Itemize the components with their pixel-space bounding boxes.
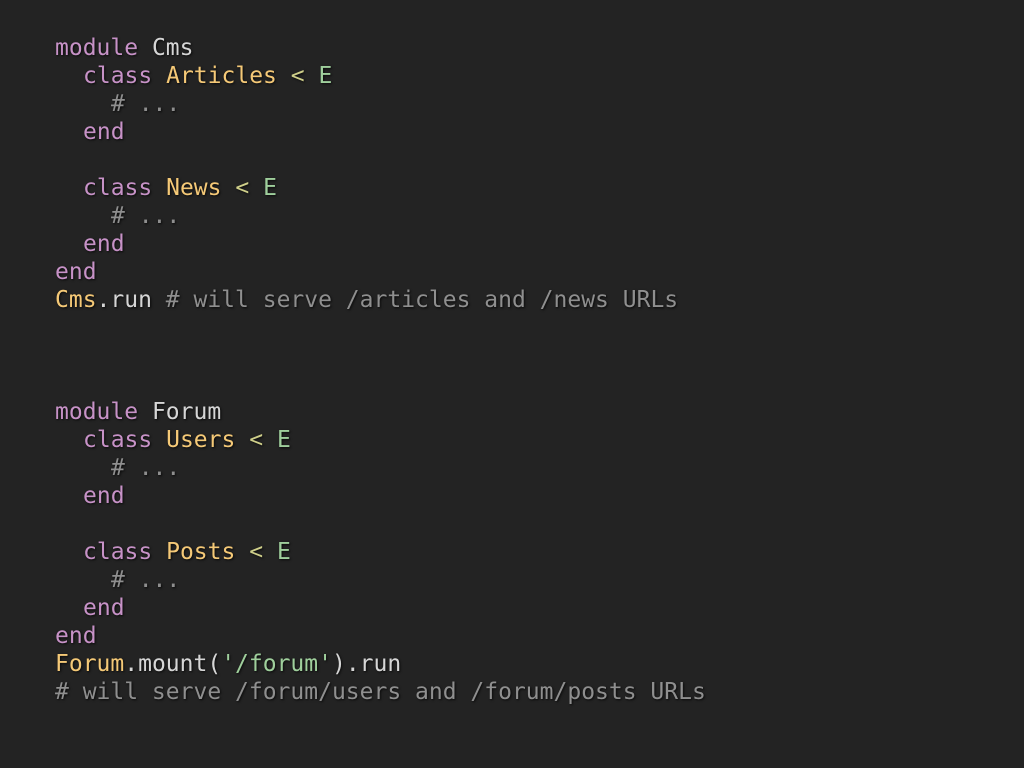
code-slide: module Cms class Articles < E # ... end clas… — [0, 0, 1024, 768]
superclass-name: E — [276, 427, 291, 453]
code-block-forum: module Forum class Users < E # ... end class… — [55, 398, 706, 706]
call-mount: .mount( — [124, 651, 222, 677]
ellipsis-comment: # ... — [111, 455, 181, 481]
class-name-posts: Posts — [166, 539, 236, 565]
keyword-class: class — [83, 175, 153, 201]
code-line-class-articles: class Articles < E — [55, 62, 678, 90]
class-name-news: News — [166, 175, 222, 201]
code-line-comment: # ... — [55, 566, 706, 594]
code-line-run-call: Cms.run # will serve /articles and /news… — [55, 286, 678, 314]
inherit-operator: < — [235, 175, 250, 201]
call-comment: # will serve /articles and /news URLs — [165, 287, 679, 313]
keyword-module: module — [55, 399, 139, 425]
module-name: Cms — [151, 35, 194, 61]
keyword-class: class — [83, 427, 153, 453]
superclass-name: E — [276, 539, 291, 565]
ellipsis-comment: # ... — [111, 91, 181, 117]
code-line-module-end: end — [55, 622, 706, 650]
superclass-name: E — [318, 63, 333, 89]
code-line-comment: # ... — [55, 202, 678, 230]
superclass-name: E — [263, 175, 277, 201]
class-name-users: Users — [166, 427, 236, 453]
code-line-module: module Cms — [55, 34, 678, 62]
code-line-trailing-comment: # will serve /forum/users and /forum/pos… — [55, 678, 706, 706]
code-line-end: end — [55, 594, 706, 622]
inherit-operator: < — [290, 63, 305, 89]
keyword-end: end — [55, 259, 97, 285]
call-close-run: ).run — [331, 651, 402, 677]
call-receiver: Forum — [55, 651, 125, 677]
code-line-module-end: end — [55, 258, 678, 286]
inherit-operator: < — [249, 539, 264, 565]
keyword-end: end — [83, 595, 125, 621]
call-argument-string: '/forum' — [221, 651, 332, 677]
module-name: Forum — [151, 399, 222, 425]
keyword-end: end — [83, 483, 125, 509]
ellipsis-comment: # ... — [111, 567, 181, 593]
code-block-cms: module Cms class Articles < E # ... end clas… — [55, 34, 678, 314]
keyword-end: end — [55, 623, 97, 649]
code-line-end: end — [55, 230, 678, 258]
class-name-articles: Articles — [166, 63, 277, 89]
code-line-mount-call: Forum.mount('/forum').run — [55, 650, 706, 678]
code-line-class-news: class News < E — [55, 174, 678, 202]
code-line-class-users: class Users < E — [55, 426, 706, 454]
call-receiver: Cms — [55, 287, 97, 313]
code-line-comment: # ... — [55, 90, 678, 118]
code-line-end: end — [55, 118, 678, 146]
ellipsis-comment: # ... — [111, 203, 181, 229]
code-line-end: end — [55, 482, 706, 510]
inherit-operator: < — [249, 427, 264, 453]
keyword-module: module — [55, 35, 139, 61]
keyword-end: end — [83, 231, 125, 257]
keyword-class: class — [83, 539, 153, 565]
call-comment: # will serve /forum/users and /forum/pos… — [55, 679, 706, 705]
code-line-comment: # ... — [55, 454, 706, 482]
keyword-end: end — [83, 119, 125, 145]
code-line-module: module Forum — [55, 398, 706, 426]
call-method: .run — [96, 287, 152, 313]
keyword-class: class — [83, 63, 153, 89]
code-line-class-posts: class Posts < E — [55, 538, 706, 566]
